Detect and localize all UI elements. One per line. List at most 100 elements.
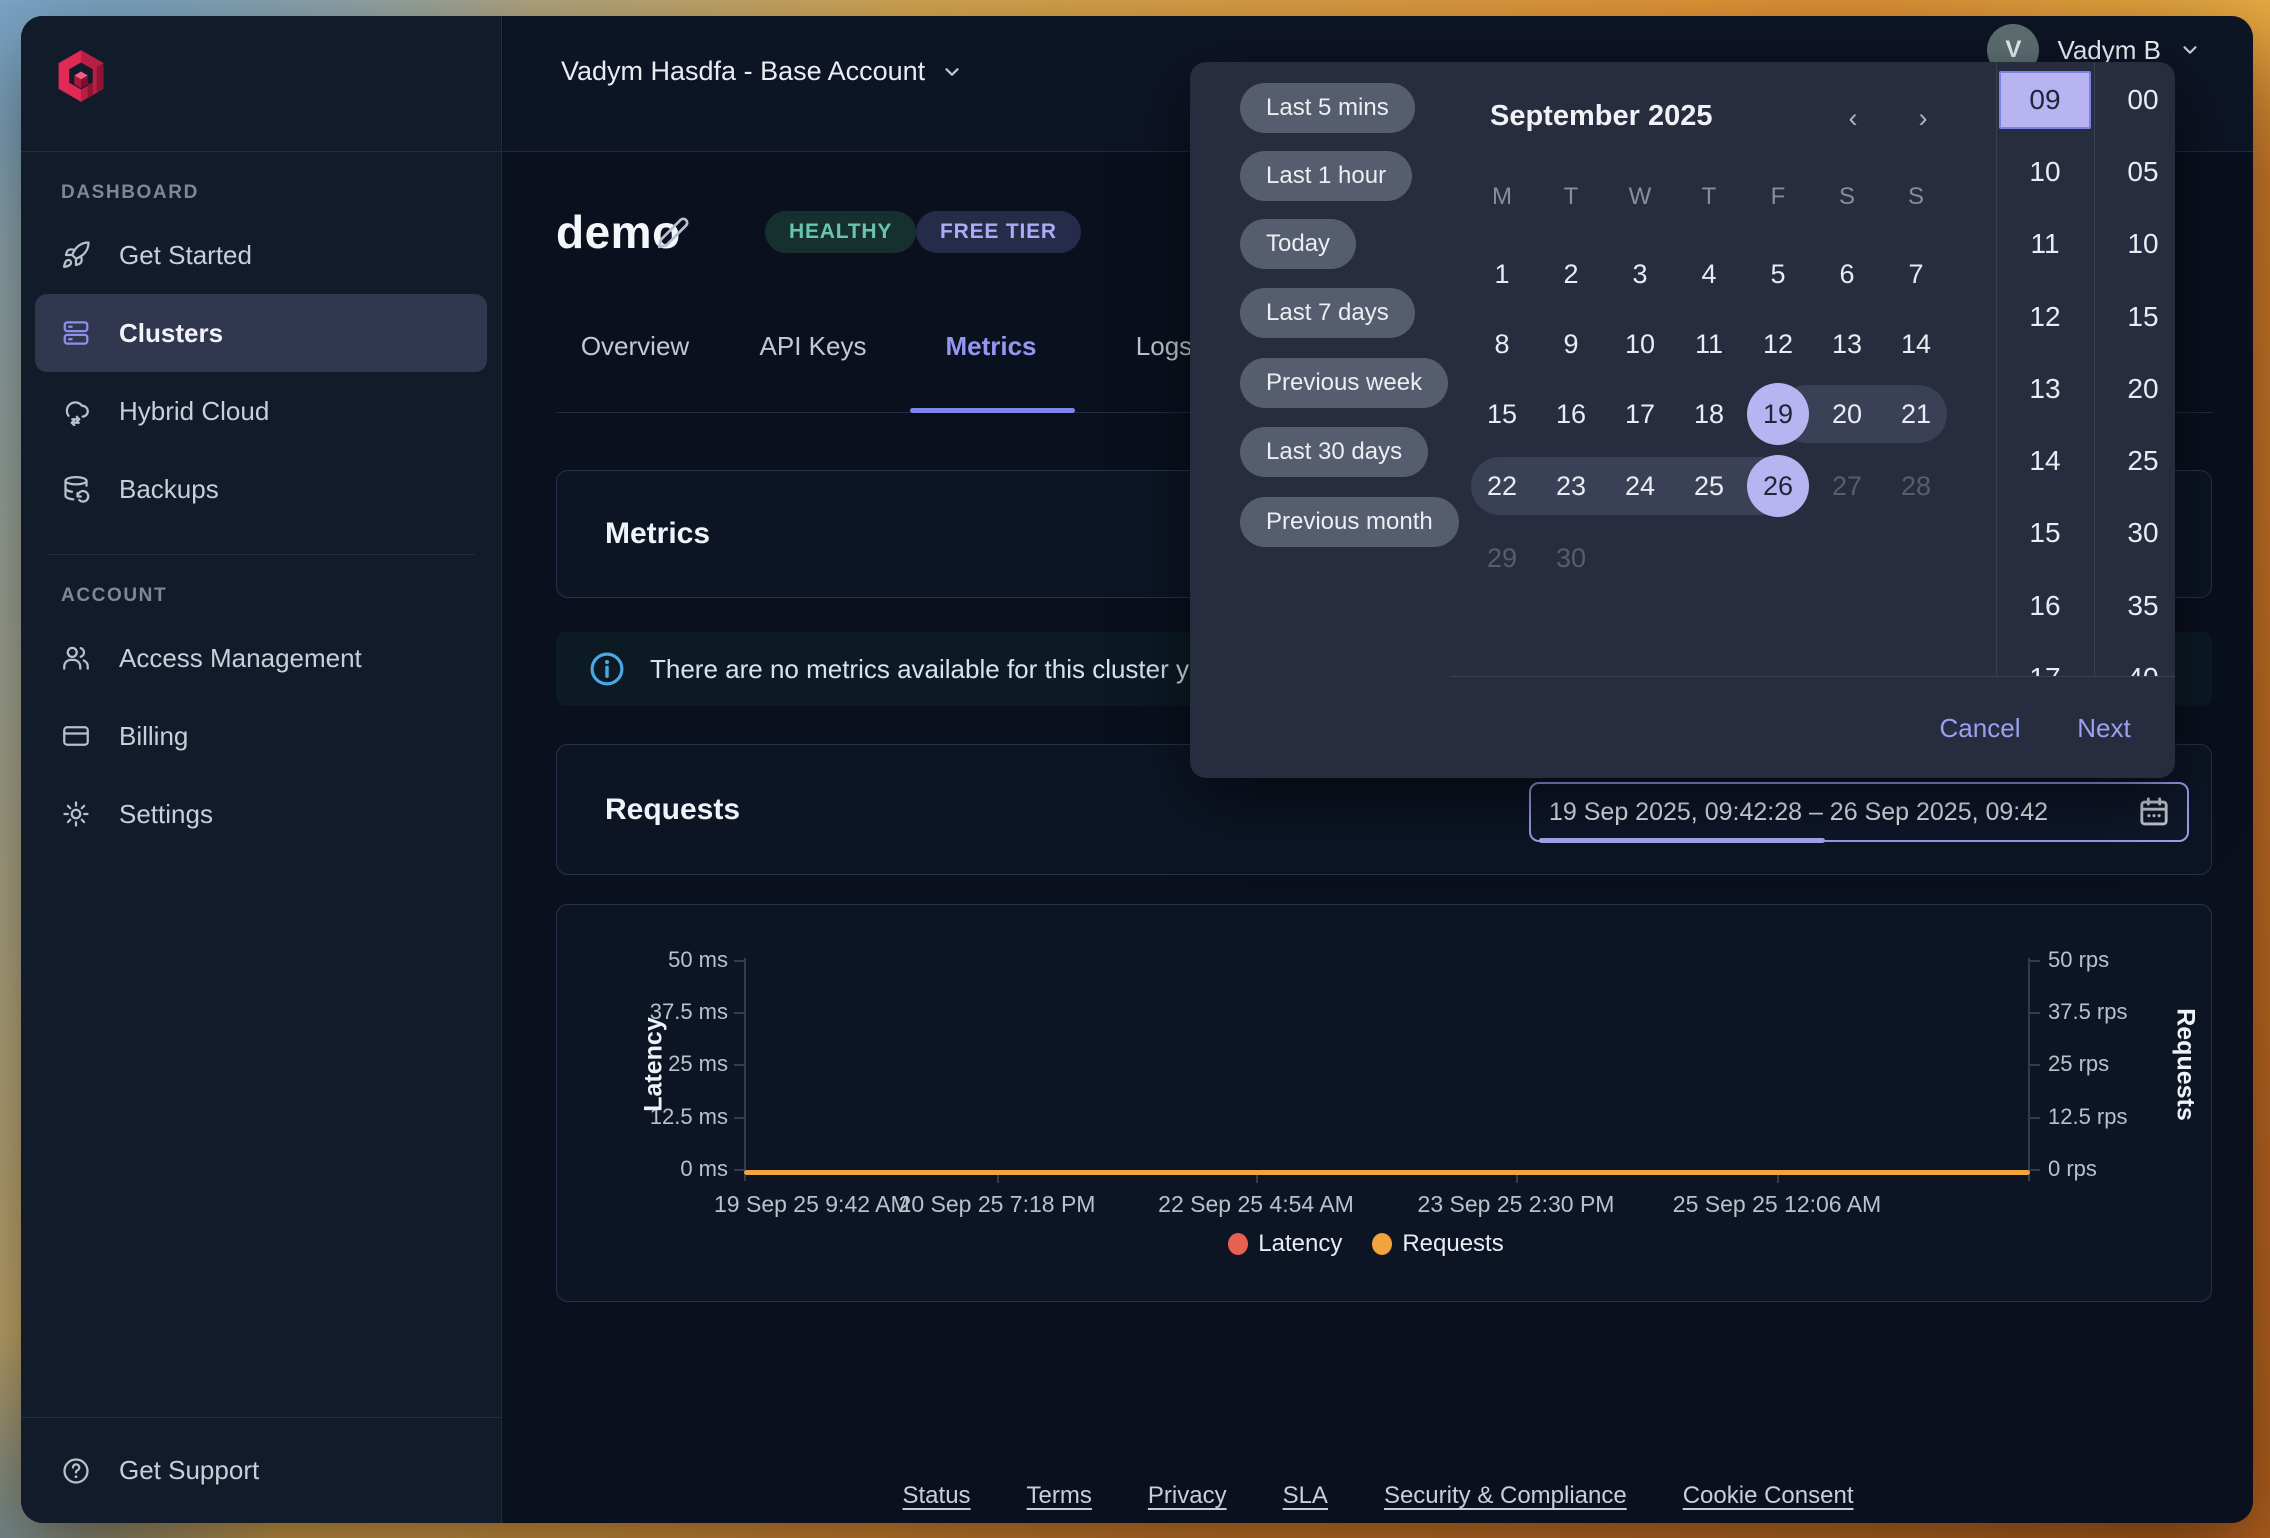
sidebar-item-billing[interactable]: Billing [21, 697, 501, 775]
sidebar-item-settings[interactable]: Settings [21, 775, 501, 853]
hour-option-16[interactable]: 16 [1997, 581, 2093, 631]
hour-option-14[interactable]: 14 [1997, 436, 2093, 486]
calendar-day[interactable]: 25 [1681, 458, 1737, 514]
calendar-day[interactable]: 21 [1888, 386, 1944, 442]
hour-option-09[interactable]: 09 [1999, 71, 2091, 129]
legend-item-requests: Requests [1372, 1230, 1503, 1258]
calendar-day[interactable]: 17 [1612, 386, 1668, 442]
calendar-day[interactable]: 8 [1474, 316, 1530, 372]
sidebar-item-access-management[interactable]: Access Management [21, 619, 501, 697]
quick-range-last-1-hour[interactable]: Last 1 hour [1240, 151, 1412, 201]
chevron-down-icon [2179, 39, 2201, 61]
calendar-day[interactable]: 7 [1888, 246, 1944, 302]
calendar-day[interactable]: 14 [1888, 316, 1944, 372]
chart-legend: Latency Requests [1156, 1230, 1576, 1258]
minute-option-05[interactable]: 05 [2095, 147, 2191, 197]
quick-range-previous-month[interactable]: Previous month [1240, 497, 1459, 547]
minute-option-00[interactable]: 00 [2095, 75, 2191, 125]
weekday-header: S [1888, 183, 1944, 211]
footer-link-terms[interactable]: Terms [1027, 1482, 1092, 1510]
sidebar-item-backups[interactable]: Backups [21, 450, 501, 528]
calendar-day[interactable]: 24 [1612, 458, 1668, 514]
calendar-day[interactable]: 3 [1612, 246, 1668, 302]
hour-option-13[interactable]: 13 [1997, 364, 2093, 414]
quick-range-last-30-days[interactable]: Last 30 days [1240, 427, 1428, 477]
minute-option-15[interactable]: 15 [2095, 292, 2191, 342]
calendar-day[interactable]: 6 [1819, 246, 1875, 302]
footer-link-status[interactable]: Status [903, 1482, 971, 1510]
minute-option-40[interactable]: 40 [2095, 653, 2191, 676]
quick-range-last-5-mins[interactable]: Last 5 mins [1240, 83, 1415, 133]
calendar-day[interactable]: 5 [1750, 246, 1806, 302]
hour-option-11[interactable]: 11 [1997, 219, 2093, 269]
calendar-day[interactable]: 11 [1681, 316, 1737, 372]
calendar-day[interactable]: 15 [1474, 386, 1530, 442]
tab-metrics[interactable]: Metrics [945, 331, 1036, 362]
sidebar-item-hybrid-cloud[interactable]: Hybrid Cloud [21, 372, 501, 450]
quick-range-last-7-days[interactable]: Last 7 days [1240, 288, 1415, 338]
right-axis-tick [2030, 1169, 2040, 1171]
footer-link-privacy[interactable]: Privacy [1148, 1482, 1227, 1510]
sidebar-section-label: ACCOUNT [61, 585, 501, 607]
hour-option-12[interactable]: 12 [1997, 292, 2093, 342]
hour-option-15[interactable]: 15 [1997, 508, 2093, 558]
left-axis-tick [734, 1169, 744, 1171]
hour-option-17[interactable]: 17 [1997, 653, 2093, 676]
users-icon [61, 643, 91, 673]
sidebar-item-clusters[interactable]: Clusters [35, 294, 487, 372]
weekday-header: T [1543, 183, 1599, 211]
quick-range-today[interactable]: Today [1240, 219, 1356, 269]
footer-link-cookie-consent[interactable]: Cookie Consent [1683, 1482, 1854, 1510]
calendar-next-icon[interactable]: › [1903, 98, 1943, 138]
left-axis-tick-label: 50 ms [668, 947, 728, 973]
calendar-day[interactable]: 20 [1819, 386, 1875, 442]
hour-option-10[interactable]: 10 [1997, 147, 2093, 197]
calendar-day[interactable]: 16 [1543, 386, 1599, 442]
minute-option-30[interactable]: 30 [2095, 508, 2191, 558]
footer-link-sla[interactable]: SLA [1283, 1482, 1328, 1510]
calendar-day[interactable]: 12 [1750, 316, 1806, 372]
calendar-day[interactable]: 9 [1543, 316, 1599, 372]
range-end-day[interactable]: 26 [1747, 455, 1809, 517]
calendar-day[interactable]: 18 [1681, 386, 1737, 442]
calendar-day[interactable]: 23 [1543, 458, 1599, 514]
sidebar-item-get-started[interactable]: Get Started [21, 216, 501, 294]
calendar-day[interactable]: 4 [1681, 246, 1737, 302]
calendar-icon[interactable] [2137, 795, 2171, 829]
quick-range-previous-week[interactable]: Previous week [1240, 358, 1448, 408]
cancel-button[interactable]: Cancel [1920, 708, 2040, 748]
tab-api-keys[interactable]: API Keys [760, 331, 867, 362]
legend-label: Latency [1258, 1230, 1342, 1258]
account-switcher-label: Vadym Hasdfa - Base Account [561, 56, 925, 87]
calendar-day[interactable]: 22 [1474, 458, 1530, 514]
tab-logs[interactable]: Logs [1136, 331, 1192, 362]
range-start-day[interactable]: 19 [1747, 383, 1809, 445]
minute-option-35[interactable]: 35 [2095, 581, 2191, 631]
right-axis-tick [2030, 1064, 2040, 1066]
calendar-day[interactable]: 10 [1612, 316, 1668, 372]
tab-overview[interactable]: Overview [581, 331, 689, 362]
calendar-day[interactable]: 13 [1819, 316, 1875, 372]
account-switcher[interactable]: Vadym Hasdfa - Base Account [561, 56, 963, 87]
next-button[interactable]: Next [2054, 708, 2154, 748]
credit-card-icon [61, 721, 91, 751]
minute-option-10[interactable]: 10 [2095, 219, 2191, 269]
calendar-day: 28 [1888, 458, 1944, 514]
sidebar-nav: DASHBOARDGet StartedClustersHybrid Cloud… [21, 152, 501, 853]
calendar-day[interactable]: 1 [1474, 246, 1530, 302]
tier-badge: FREE TIER [916, 211, 1081, 253]
edit-pencil-icon[interactable] [655, 215, 691, 251]
weekday-header: S [1819, 183, 1875, 211]
legend-dot [1228, 1233, 1248, 1255]
minute-option-25[interactable]: 25 [2095, 436, 2191, 486]
date-range-value: 19 Sep 2025, 09:42:28 – 26 Sep 2025, 09:… [1549, 798, 2137, 827]
date-range-input[interactable]: 19 Sep 2025, 09:42:28 – 26 Sep 2025, 09:… [1529, 782, 2189, 842]
app-window: DASHBOARDGet StartedClustersHybrid Cloud… [21, 16, 2253, 1523]
footer-link-security-compliance[interactable]: Security & Compliance [1384, 1482, 1627, 1510]
x-axis-label: 19 Sep 25 9:42 AM [714, 1191, 910, 1218]
calendar-prev-icon[interactable]: ‹ [1833, 98, 1873, 138]
rocket-icon [61, 240, 91, 270]
sidebar-item-get-support[interactable]: Get Support [21, 1417, 501, 1523]
calendar-day[interactable]: 2 [1543, 246, 1599, 302]
minute-option-20[interactable]: 20 [2095, 364, 2191, 414]
